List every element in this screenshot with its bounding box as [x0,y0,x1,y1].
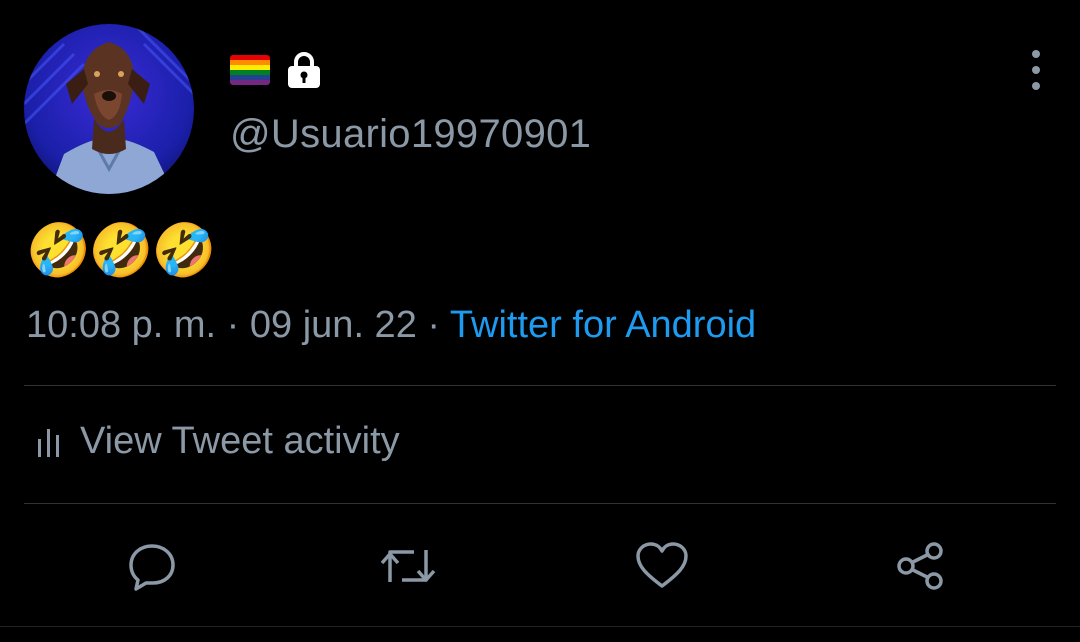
avatar[interactable] [24,24,194,194]
tweet-time: 10:08 p. m. [26,304,217,346]
badge-row [230,50,322,90]
tweet-text: 🤣🤣🤣 [26,222,216,280]
doberman-avatar-image [24,24,194,194]
divider [24,503,1056,504]
view-tweet-activity-button[interactable]: View Tweet activity [36,420,400,463]
share-button[interactable] [890,536,950,596]
reply-button[interactable] [122,536,182,596]
tweet-metadata: 10:08 p. m. · 09 jun. 22 · Twitter for A… [26,304,756,347]
rainbow-flag-icon [230,55,270,85]
tweet-date: 09 jun. 22 [249,304,417,346]
user-handle[interactable]: @Usuario19970901 [230,112,591,157]
share-icon [897,542,943,590]
meta-separator: · [416,304,450,346]
reply-icon [129,544,175,591]
tweet-action-bar [0,536,1080,600]
user-header [230,50,322,90]
retweet-icon [380,550,436,582]
tweet-source-link[interactable]: Twitter for Android [450,304,756,346]
like-button[interactable] [632,536,692,596]
retweet-button[interactable] [378,536,438,596]
more-options-icon[interactable] [1024,50,1048,90]
meta-separator: · [216,304,250,346]
analytics-icon [38,428,59,457]
view-tweet-activity-label: View Tweet activity [80,420,400,462]
divider [24,385,1056,386]
bottom-divider [0,626,1080,627]
lock-icon [288,52,320,88]
like-icon [636,542,688,588]
